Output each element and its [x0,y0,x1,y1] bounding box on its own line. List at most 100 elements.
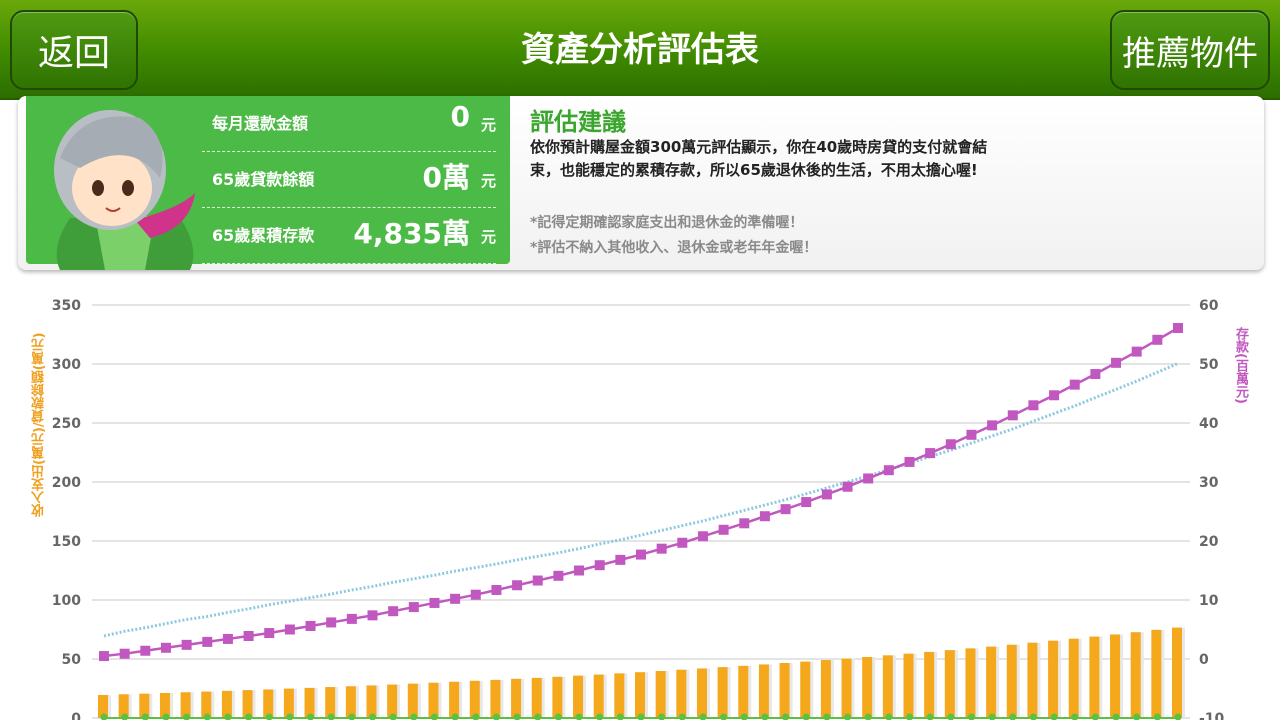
income-bar [635,672,645,718]
savings-line [103,326,1179,658]
income-bar [1048,640,1059,718]
income-bar [1089,636,1100,718]
income-bar [469,680,480,718]
loan-balance-value: 0萬 [422,161,470,194]
income-bar [800,661,811,718]
savings-point [656,543,667,554]
savings-point [284,624,295,635]
left-tick-label: 50 [62,652,82,668]
savings-label: 65歲累積存款 [212,226,315,245]
income-bar [676,669,687,718]
income-bar [283,688,294,718]
advice-note-1: *記得定期確認家庭支出和退休金的準備喔！ [530,215,804,231]
trend-line [103,362,1179,638]
income-bar [944,650,955,718]
left-tick-label: 150 [52,534,81,550]
income-bar [1068,638,1079,718]
income-bar [325,687,336,718]
income-bar [573,675,584,718]
income-bar [655,671,666,718]
savings-point [553,570,564,581]
income-bar [511,678,522,718]
left-tick-label: 350 [52,298,81,314]
income-bar [614,673,625,718]
savings-point [842,481,853,492]
savings-point [780,504,791,515]
savings-point [697,531,708,542]
left-tick-label: 100 [52,593,81,609]
income-bar [304,687,315,718]
right-tick-label: 30 [1199,475,1219,491]
right-tick-label: 20 [1199,534,1219,550]
savings-point [636,549,646,560]
savings-point [1152,334,1163,345]
right-tick-label: 60 [1199,298,1219,314]
monthly-payment-row: 每月還款金額 0 元 [202,96,496,152]
recommend-button[interactable]: 推薦物件 [1110,10,1270,90]
savings-point [677,537,688,548]
savings-unit: 元 [480,228,496,246]
savings-point [119,648,130,659]
advice-body: 依你預計購屋金額300萬元評估顯示，你在40歲時房貸的支付就會結束，也能穩定的累… [530,138,988,179]
right-tick-label: 40 [1199,416,1219,432]
income-bar [903,653,914,718]
income-bar [717,667,728,718]
right-tick-label: 50 [1199,357,1219,373]
savings-point [594,560,605,571]
left-tick-label: 0 [71,711,81,720]
savings-point [202,636,213,647]
savings-point [883,465,894,476]
income-bar [841,658,852,718]
loan-balance-label: 65歲貸款餘額 [212,170,315,189]
savings-point [99,651,109,662]
income-bar [1130,632,1141,718]
income-bar [924,651,935,718]
savings-point [470,589,481,600]
income-bar [1006,644,1017,718]
savings-point [160,642,171,653]
income-bar [965,648,976,718]
savings-point [346,613,357,624]
back-button[interactable]: 返回 [10,10,138,90]
monthly-payment-label: 每月還款金額 [212,114,309,133]
savings-point [1090,369,1101,380]
income-bar [593,674,604,718]
income-bar [758,664,769,718]
savings-point [1131,346,1142,357]
savings-row: 65歲累積存款 4,835萬 元 [202,208,496,264]
left-tick-label: 250 [52,416,81,432]
savings-point [987,420,998,431]
income-bar [738,665,749,718]
asset-chart: 0 50 100 150 200 250 300 350 -10 0 10 20 30 40 50 60 [52,298,1225,720]
income-bar [779,663,790,718]
savings-point [718,524,729,535]
income-bar [1172,627,1182,718]
page-title: 資產分析評估表 [521,30,759,70]
savings-point [243,630,254,641]
income-bar [449,681,460,718]
savings-point [512,580,523,591]
income-bar [820,660,831,718]
savings-point [1028,400,1039,411]
savings-point [408,602,419,613]
savings-point [863,473,874,484]
income-bar [407,683,418,718]
savings-point [491,584,502,595]
savings-point [326,617,337,628]
savings-point [181,639,192,650]
income-bar [428,682,439,718]
advice-note-2: *評估不納入其他收入、退休金或老年年金喔！ [530,240,818,256]
savings-point [1049,390,1060,401]
savings-point [1111,357,1122,368]
income-bar [387,684,398,718]
income-bar [1151,629,1162,718]
savings-point [264,628,275,639]
savings-point [904,456,915,467]
savings-point [450,593,461,604]
savings-point [140,645,151,656]
right-tick-label: -10 [1199,711,1225,720]
savings-point [1069,379,1080,390]
savings-value: 4,835萬 [353,217,470,250]
loan-balance-unit: 元 [480,172,496,190]
income-bar [1027,642,1038,718]
